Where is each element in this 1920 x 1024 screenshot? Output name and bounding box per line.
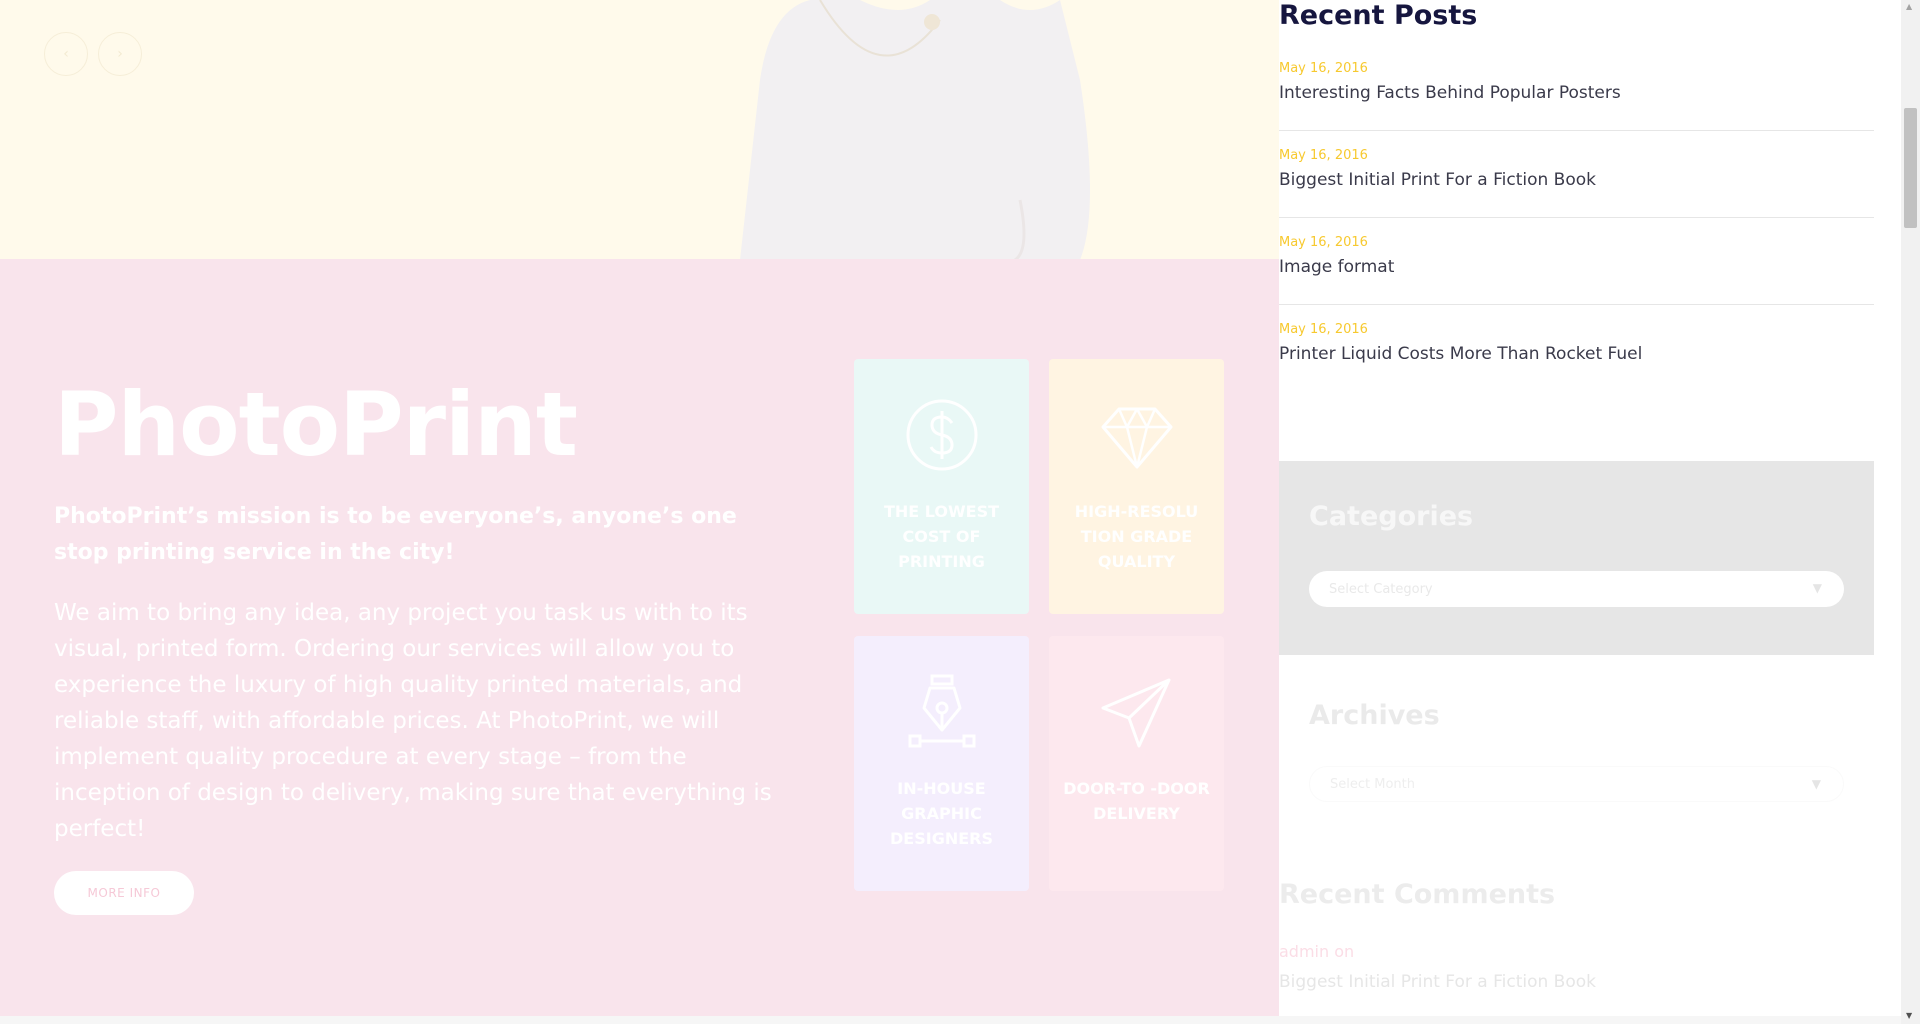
post-title-link[interactable]: Printer Liquid Costs More Than Rocket Fu… — [1279, 344, 1642, 364]
diamond-icon — [1101, 407, 1172, 469]
feature-card-designers: IN-HOUSE GRAPHIC DESIGNERS — [854, 636, 1029, 891]
paper-plane-icon — [1101, 678, 1170, 748]
category-select-value: Select Category — [1329, 581, 1433, 597]
categories-widget: Categories Select Category ▼ — [1279, 461, 1874, 655]
feature-label: IN-HOUSE GRAPHIC DESIGNERS — [890, 779, 993, 848]
post-title-link[interactable]: Image format — [1279, 257, 1394, 277]
horizontal-scrollbar-track — [0, 1016, 1901, 1024]
feature-card-delivery: DOOR-TO -DOOR DELIVERY — [1049, 636, 1224, 891]
hero-photo-figure — [740, 0, 1090, 259]
recent-post-item: May 16, 2016 Interesting Facts Behind Po… — [1279, 44, 1874, 131]
more-info-button[interactable]: MORE INFO — [54, 871, 194, 915]
archive-select-value: Select Month — [1330, 776, 1415, 792]
hero-slider: ‹ › — [0, 0, 1279, 259]
slider-prev-button[interactable]: ‹ — [44, 32, 88, 76]
recent-posts-title: Recent Posts — [1279, 0, 1478, 31]
categories-title: Categories — [1309, 501, 1474, 532]
scrollbar-thumb[interactable] — [1904, 108, 1917, 228]
chevron-down-icon: ▼ — [1811, 777, 1821, 791]
recent-post-item: May 16, 2016 Image format — [1279, 218, 1874, 305]
main-content: ‹ › PhotoPrint PhotoPrint’s mission is t… — [0, 0, 1279, 1016]
chevron-down-icon: ▼ — [1812, 581, 1822, 595]
comment-post-link[interactable]: Biggest Initial Print For a Fiction Book — [1279, 972, 1596, 992]
post-title-link[interactable]: Interesting Facts Behind Popular Posters — [1279, 83, 1621, 103]
recent-post-item: May 16, 2016 Biggest Initial Print For a… — [1279, 131, 1874, 218]
slider-next-button[interactable]: › — [98, 32, 142, 76]
post-date[interactable]: May 16, 2016 — [1279, 61, 1368, 76]
chevron-left-icon: ‹ — [63, 46, 69, 62]
sidebar: Recent Posts May 16, 2016 Interesting Fa… — [1279, 0, 1874, 1016]
mission-body: We aim to bring any idea, any project yo… — [54, 600, 772, 842]
recent-comments-title: Recent Comments — [1279, 879, 1556, 910]
feature-label: DOOR-TO -DOOR DELIVERY — [1063, 779, 1210, 823]
category-select[interactable]: Select Category ▼ — [1309, 571, 1844, 607]
scroll-down-arrow-icon[interactable]: ▼ — [1906, 1011, 1912, 1020]
post-date[interactable]: May 16, 2016 — [1279, 322, 1368, 337]
about-section: PhotoPrint PhotoPrint’s mission is to be… — [0, 259, 1279, 1016]
post-date[interactable]: May 16, 2016 — [1279, 148, 1368, 163]
feature-label: HIGH-RESOLU TION GRADE QUALITY — [1074, 502, 1199, 571]
post-title-link[interactable]: Biggest Initial Print For a Fiction Book — [1279, 170, 1596, 190]
mission-lead: PhotoPrint’s mission is to be everyone’s… — [54, 504, 737, 565]
feature-card-lowest-cost: THE LOWEST COST OF PRINTING — [854, 359, 1029, 614]
post-date[interactable]: May 16, 2016 — [1279, 235, 1368, 250]
scroll-up-arrow-icon[interactable]: ▲ — [1906, 2, 1912, 11]
recent-post-item: May 16, 2016 Printer Liquid Costs More T… — [1279, 305, 1874, 392]
archives-title: Archives — [1309, 700, 1440, 731]
brand-title: PhotoPrint — [54, 373, 578, 476]
vertical-scrollbar[interactable]: ▲ ▼ — [1901, 0, 1920, 1024]
chevron-right-icon: › — [117, 46, 123, 62]
feature-label: THE LOWEST COST OF PRINTING — [883, 502, 1000, 571]
dollar-icon — [906, 399, 977, 471]
pen-tool-icon — [908, 674, 975, 748]
feature-card-quality: HIGH-RESOLU TION GRADE QUALITY — [1049, 359, 1224, 614]
comment-author-link[interactable]: admin on — [1279, 942, 1354, 961]
archive-month-select[interactable]: Select Month ▼ — [1309, 766, 1844, 802]
